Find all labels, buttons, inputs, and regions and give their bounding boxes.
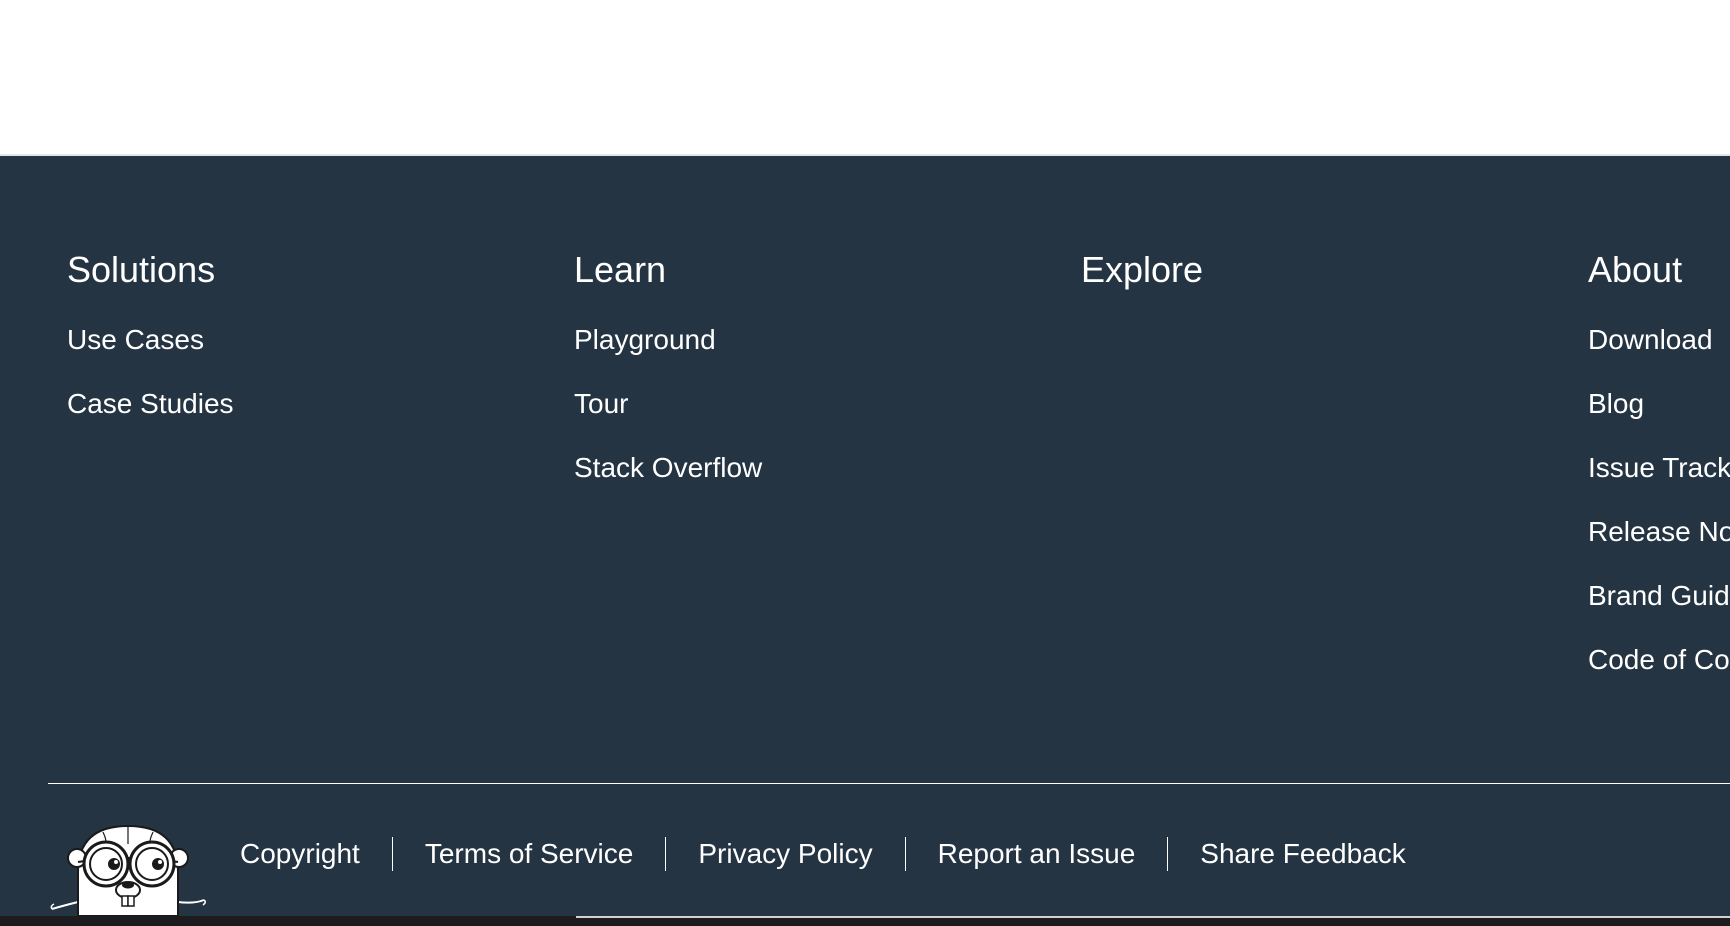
footer-column-learn: Learn Playground Tour Stack Overflow [574, 248, 762, 516]
footer-link-blog[interactable]: Blog [1588, 388, 1644, 420]
legal-separator [1167, 837, 1169, 871]
footer-link-case-studies[interactable]: Case Studies [67, 388, 234, 420]
page-content-area [0, 0, 1730, 156]
site-footer: Solutions Use Cases Case Studies Learn P… [0, 156, 1730, 917]
legal-link-report-an-issue[interactable]: Report an Issue [938, 834, 1136, 874]
footer-links-learn: Playground Tour Stack Overflow [574, 324, 762, 516]
legal-link-copyright[interactable]: Copyright [240, 834, 360, 874]
footer-column-explore: Explore [1081, 248, 1203, 292]
legal-separator [904, 837, 906, 871]
footer-divider [48, 783, 1730, 784]
footer-link-tour[interactable]: Tour [574, 388, 628, 420]
footer-link-stack-overflow[interactable]: Stack Overflow [574, 452, 762, 484]
footer-link-code-of-conduct[interactable]: Code of Co [1588, 644, 1730, 676]
window-bottom-edge [0, 916, 1730, 926]
legal-link-share-feedback[interactable]: Share Feedback [1200, 834, 1405, 874]
footer-heading-learn: Learn [574, 249, 667, 290]
go-gopher-icon [48, 814, 208, 917]
legal-link-privacy-policy[interactable]: Privacy Policy [698, 834, 872, 874]
footer-link-release-notes[interactable]: Release No [1588, 516, 1730, 548]
footer-heading-about: About [1588, 249, 1683, 290]
footer-column-about: About Download Blog Issue Track Release … [1588, 248, 1730, 708]
footer-link-download[interactable]: Download [1588, 324, 1713, 356]
footer-link-playground[interactable]: Playground [574, 324, 716, 356]
footer-column-solutions: Solutions Use Cases Case Studies [67, 248, 234, 452]
footer-links-about: Download Blog Issue Track Release No Bra… [1588, 324, 1730, 708]
footer-heading-explore: Explore [1081, 249, 1204, 290]
legal-link-terms-of-service[interactable]: Terms of Service [425, 834, 634, 874]
footer-heading-solutions: Solutions [67, 249, 216, 290]
legal-links: Copyright Terms of Service Privacy Polic… [240, 834, 1406, 874]
footer-link-issue-tracker[interactable]: Issue Track [1588, 452, 1730, 484]
legal-separator [391, 837, 393, 871]
bottom-edge-line [576, 916, 1730, 918]
footer-link-brand-guidelines[interactable]: Brand Guide [1588, 580, 1730, 612]
footer-links-solutions: Use Cases Case Studies [67, 324, 234, 452]
legal-separator [665, 837, 667, 871]
footer-link-use-cases[interactable]: Use Cases [67, 324, 204, 356]
